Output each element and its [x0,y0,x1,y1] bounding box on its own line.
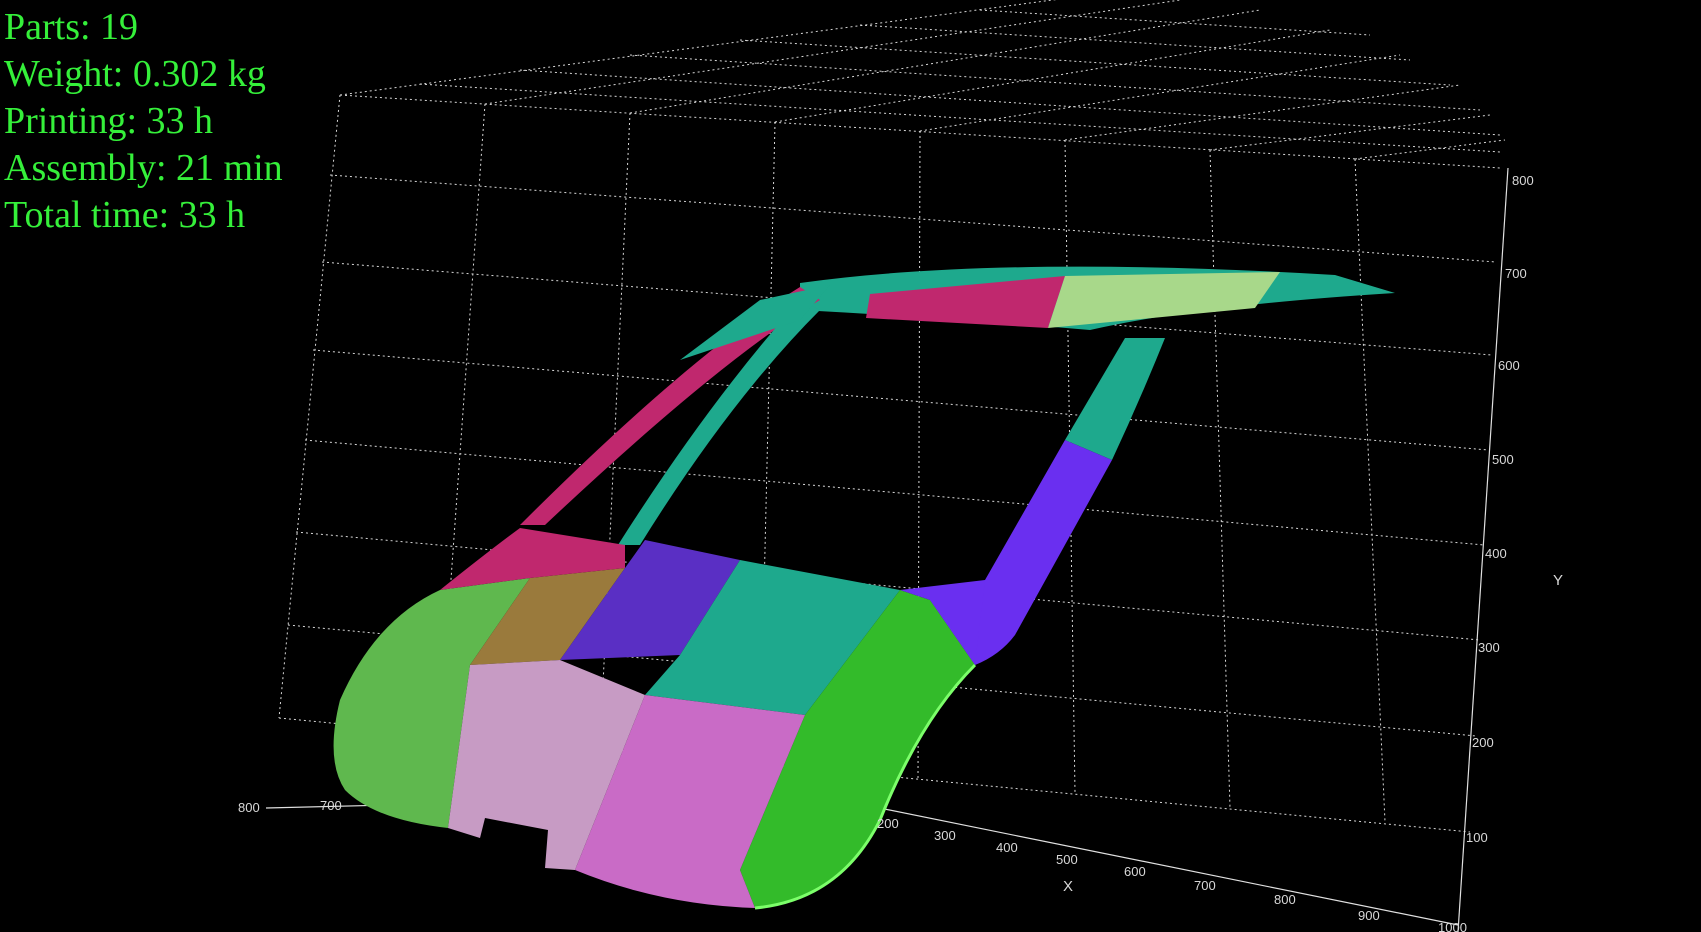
x-tick: 500 [1056,852,1078,867]
roof-segment-pale-green [1048,272,1280,328]
stats-overlay: Parts: 19 Weight: 0.302 kg Printing: 33 … [4,4,283,239]
y-axis-ticks: 800 700 600 500 400 300 200 100 [1466,173,1534,845]
parts-count: Parts: 19 [4,6,139,48]
y-tick: 300 [1478,640,1500,655]
weight-value: Weight: 0.302 kg [4,53,266,95]
y-tick: 500 [1492,452,1514,467]
y-axis-title: Y [1553,572,1563,589]
x-tick: 200 [877,816,899,831]
y-tick: 700 [1505,266,1527,281]
y-tick: 200 [1472,735,1494,750]
y-tick: 100 [1466,830,1488,845]
printing-time: Printing: 33 h [4,100,214,142]
x-axis-title: X [1063,878,1073,895]
x-tick: 900 [1358,908,1380,923]
y-tick: 800 [1512,173,1534,188]
top-grid [339,0,1506,160]
y-tick: 400 [1485,546,1507,561]
x-tick: 400 [996,840,1018,855]
x-tick: 300 [934,828,956,843]
total-time: Total time: 33 h [4,194,246,236]
x-axis-ticks: 200 300 400 500 600 700 800 900 1000 [877,816,1467,932]
y-tick: 600 [1498,358,1520,373]
car-body-model[interactable] [333,266,1395,910]
x-tick: 600 [1124,864,1146,879]
x-tick: 1000 [1438,920,1467,932]
x-tick: 700 [1194,878,1216,893]
assembly-time: Assembly: 21 min [4,147,283,189]
c-pillar-upper [1065,338,1165,460]
z-axis-ticks: 800 700 [238,798,342,815]
x-tick: 800 [1274,892,1296,907]
z-tick: 700 [320,798,342,813]
z-tick: 800 [238,800,260,815]
